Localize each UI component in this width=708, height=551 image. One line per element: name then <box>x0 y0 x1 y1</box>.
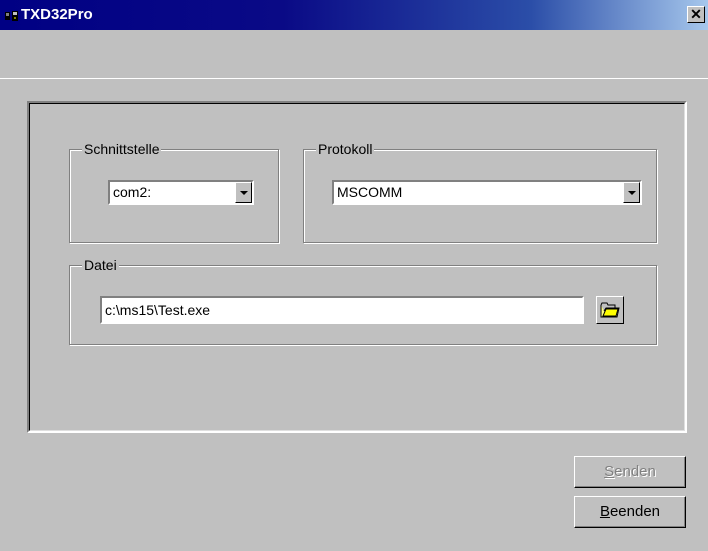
window-title: TXD32Pro <box>21 6 93 23</box>
settings-panel: Schnittstelle com2: Protokoll MSCOMM Dat… <box>27 101 687 433</box>
title-bar[interactable]: TXD32Pro ✕ <box>0 0 708 30</box>
send-button-mnemonic: S <box>604 463 615 480</box>
browse-button[interactable] <box>596 296 624 324</box>
interface-select-value: com2: <box>113 184 152 200</box>
file-path-input[interactable]: c:\ms15\Test.exe <box>100 296 584 324</box>
quit-button[interactable]: Beenden <box>574 496 686 528</box>
divider <box>0 78 708 79</box>
file-group: Datei c:\ms15\Test.exe <box>69 257 657 345</box>
interface-select[interactable]: com2: <box>108 180 254 205</box>
quit-button-mnemonic: B <box>599 503 610 520</box>
chevron-down-icon[interactable] <box>623 182 640 203</box>
app-icon <box>5 11 18 21</box>
file-path-value: c:\ms15\Test.exe <box>105 302 211 318</box>
send-button[interactable]: Senden <box>574 456 686 488</box>
send-button-label: enden <box>614 463 656 480</box>
quit-button-label: eenden <box>609 503 661 520</box>
protocol-select[interactable]: MSCOMM <box>332 180 642 205</box>
chevron-down-icon[interactable] <box>235 182 252 203</box>
main-window: TXD32Pro ✕ Schnittstelle com2: Protokoll… <box>0 0 708 551</box>
toolbar-area <box>0 30 708 79</box>
interface-group-label: Schnittstelle <box>82 141 162 157</box>
close-icon: ✕ <box>690 6 702 22</box>
close-button[interactable]: ✕ <box>687 6 705 23</box>
interface-group: Schnittstelle com2: <box>69 141 279 243</box>
file-group-label: Datei <box>82 257 119 273</box>
protocol-group: Protokoll MSCOMM <box>303 141 657 243</box>
protocol-group-label: Protokoll <box>316 141 375 157</box>
protocol-select-value: MSCOMM <box>337 184 403 200</box>
folder-open-icon <box>600 302 620 318</box>
